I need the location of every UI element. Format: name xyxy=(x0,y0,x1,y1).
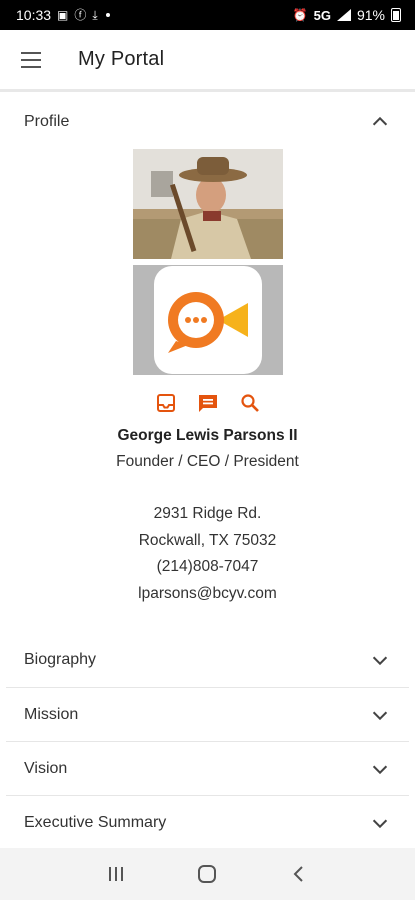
logo-tile xyxy=(153,266,262,374)
inbox-icon[interactable] xyxy=(154,391,178,415)
section-header-profile[interactable]: Profile xyxy=(0,95,415,149)
address-line1: 2931 Ridge Rd. xyxy=(153,505,262,522)
status-bar: 10:33 ▣ ⓕ ⤓ ⏰ 5G 91% xyxy=(0,0,415,30)
profile-panel: George Lewis Parsons II Founder / CEO / … xyxy=(0,149,415,633)
status-right: ⏰ 5G 91% xyxy=(293,7,401,23)
menu-icon[interactable] xyxy=(0,29,62,91)
address-line2: Rockwall, TX 75032 xyxy=(138,531,277,549)
profile-actions xyxy=(154,391,262,415)
battery-icon xyxy=(391,8,401,22)
section-header-vision[interactable]: Vision xyxy=(6,741,409,795)
home-icon[interactable] xyxy=(194,861,220,887)
battery-level: 91% xyxy=(356,7,385,23)
section-label-vision: Vision xyxy=(24,759,68,777)
app-bar: My Portal xyxy=(0,30,415,92)
section-label-biography: Biography xyxy=(24,651,97,668)
status-left: 10:33 ▣ ⓕ ⤓ xyxy=(16,7,110,23)
profile-name: George Lewis Parsons II xyxy=(117,427,298,444)
page-title: My Portal xyxy=(78,48,165,70)
section-label-executive-summary: Executive Summary xyxy=(24,813,167,831)
contact-info: 2931 Ridge Rd. Rockwall, TX 75032 (214)8… xyxy=(138,501,277,607)
back-icon[interactable] xyxy=(286,861,312,887)
profile-photo xyxy=(132,149,283,259)
message-icon[interactable] xyxy=(196,391,220,415)
chevron-down-icon[interactable] xyxy=(369,704,391,726)
chevron-up-icon[interactable] xyxy=(369,111,391,133)
section-header-executive-summary[interactable]: Executive Summary xyxy=(6,795,409,848)
status-time: 10:33 xyxy=(16,7,52,23)
section-label-mission: Mission xyxy=(24,705,79,723)
download-notification-icon: ⤓ xyxy=(92,8,98,22)
email-address[interactable]: lparsons@bcyv.com xyxy=(138,581,277,608)
system-navigation-bar xyxy=(0,848,415,900)
main-content[interactable]: Profile George Lewis Parsons II Founder … xyxy=(0,95,415,848)
phone-number[interactable]: (214)808-7047 xyxy=(138,554,277,581)
chevron-down-icon[interactable] xyxy=(369,758,391,780)
company-logo xyxy=(132,265,283,375)
chevron-down-icon[interactable] xyxy=(369,812,391,834)
section-header-biography[interactable]: Biography xyxy=(0,633,415,687)
gallery-notification-icon: ▣ xyxy=(57,8,69,22)
signal-icon xyxy=(336,9,351,21)
profile-role: Founder / CEO / President xyxy=(116,453,299,470)
alarm-icon: ⏰ xyxy=(292,8,308,22)
more-notifications-icon xyxy=(105,13,110,17)
facebook-notification-icon: ⓕ xyxy=(74,8,87,22)
chevron-down-icon[interactable] xyxy=(369,649,391,671)
network-type: 5G xyxy=(313,7,331,23)
section-label-profile: Profile xyxy=(24,113,70,130)
section-header-mission[interactable]: Mission xyxy=(6,687,409,741)
recent-apps-icon[interactable] xyxy=(103,861,129,887)
search-icon[interactable] xyxy=(238,391,262,415)
